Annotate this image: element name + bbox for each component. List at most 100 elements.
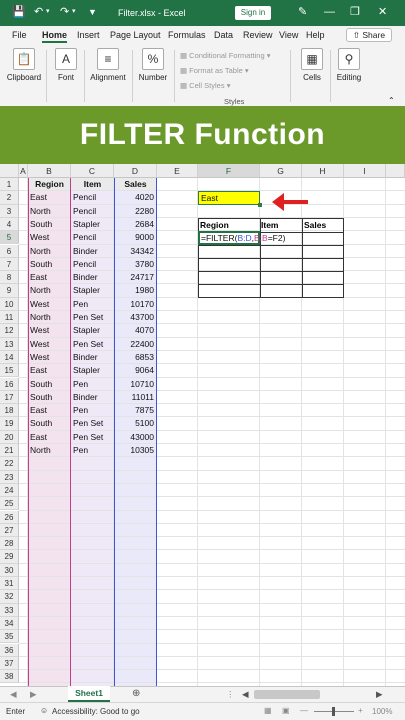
sales-cell[interactable]: 9064 <box>114 364 157 377</box>
region-cell[interactable]: West <box>28 231 71 244</box>
redo-icon[interactable]: ↷ <box>60 6 69 18</box>
next-sheet-icon[interactable]: ▶ <box>30 689 37 700</box>
zoom-in-icon[interactable]: + <box>358 706 363 715</box>
region-cell[interactable]: North <box>28 205 71 218</box>
item-cell[interactable]: Stapler <box>71 364 114 377</box>
customize-qat-icon[interactable]: ▼ <box>88 6 97 18</box>
row-header[interactable]: 16 <box>0 377 19 391</box>
region-cell[interactable]: South <box>28 391 71 404</box>
redo-dropdown-icon[interactable]: ▾ <box>72 6 76 18</box>
output-header-sales[interactable]: Sales <box>304 220 326 230</box>
undo-dropdown-icon[interactable]: ▾ <box>46 6 50 18</box>
item-cell[interactable]: Pencil <box>71 231 114 244</box>
sales-cell[interactable]: 2684 <box>114 218 157 231</box>
item-cell[interactable]: Pencil <box>71 258 114 271</box>
row-header[interactable]: 21 <box>0 444 19 458</box>
sales-cell[interactable]: 3780 <box>114 258 157 271</box>
row-header[interactable]: 12 <box>0 324 19 338</box>
row-header[interactable]: 11 <box>0 311 19 325</box>
tab-review[interactable]: Review <box>243 30 273 40</box>
column-header-e[interactable]: E <box>157 164 198 178</box>
item-cell[interactable]: Binder <box>71 391 114 404</box>
tab-home[interactable]: Home <box>42 30 68 43</box>
sales-cell[interactable]: 2280 <box>114 205 157 218</box>
region-cell[interactable]: South <box>28 218 71 231</box>
prev-sheet-icon[interactable]: ◀ <box>10 689 17 700</box>
column-header-i[interactable]: I <box>344 164 386 178</box>
normal-view-icon[interactable]: ▦ <box>264 706 272 715</box>
item-cell[interactable]: Pencil <box>71 191 114 204</box>
item-cell[interactable]: Stapler <box>71 218 114 231</box>
region-cell[interactable]: North <box>28 245 71 258</box>
share-button[interactable]: ⇧ Share <box>346 28 392 42</box>
alignment-group[interactable]: ≡ Alignment <box>88 48 128 82</box>
minimize-icon[interactable]: — <box>324 6 335 18</box>
region-cell[interactable]: North <box>28 444 71 457</box>
sales-cell[interactable]: 22400 <box>114 338 157 351</box>
zoom-level[interactable]: 100% <box>372 707 392 716</box>
sales-cell[interactable]: 4070 <box>114 324 157 337</box>
header-region[interactable]: Region <box>28 178 71 191</box>
accessibility-status[interactable]: Accessibility: Good to go <box>52 707 140 716</box>
region-cell[interactable]: West <box>28 338 71 351</box>
header-sales[interactable]: Sales <box>114 178 157 191</box>
item-cell[interactable]: Pen <box>71 298 114 311</box>
column-header-g[interactable]: G <box>260 164 302 178</box>
row-header[interactable]: 20 <box>0 430 19 444</box>
region-cell[interactable]: East <box>28 364 71 377</box>
editing-group[interactable]: ⚲ Editing <box>334 48 364 82</box>
column-header-b[interactable]: B <box>28 164 71 178</box>
region-cell[interactable]: East <box>28 191 71 204</box>
item-cell[interactable]: Binder <box>71 271 114 284</box>
sales-cell[interactable]: 43000 <box>114 431 157 444</box>
row-header[interactable]: 9 <box>0 284 19 298</box>
region-cell[interactable]: East <box>28 404 71 417</box>
row-header[interactable]: 2 <box>0 191 19 205</box>
cell-styles-button[interactable]: ▦ Cell Styles ▾ <box>180 78 271 93</box>
output-header-region[interactable]: Region <box>200 220 229 230</box>
item-cell[interactable]: Pen Set <box>71 417 114 430</box>
region-cell[interactable]: South <box>28 258 71 271</box>
row-header[interactable]: 27 <box>0 523 19 538</box>
row-header[interactable]: 8 <box>0 271 19 285</box>
row-header[interactable]: 28 <box>0 537 19 551</box>
region-cell[interactable]: East <box>28 431 71 444</box>
row-header[interactable]: 17 <box>0 390 19 405</box>
tab-file[interactable]: File <box>12 30 27 40</box>
item-cell[interactable]: Stapler <box>71 284 114 297</box>
row-header[interactable]: 22 <box>0 457 19 471</box>
restore-icon[interactable]: ❐ <box>350 6 360 18</box>
row-header[interactable]: 13 <box>0 337 19 351</box>
sheet-tab-sheet1[interactable]: Sheet1 <box>68 686 110 702</box>
region-cell[interactable]: West <box>28 324 71 337</box>
number-group[interactable]: % Number <box>136 48 170 82</box>
row-header[interactable]: 36 <box>0 643 19 657</box>
zoom-out-icon[interactable]: — <box>300 706 308 715</box>
select-all-corner[interactable] <box>0 164 19 178</box>
region-cell[interactable]: West <box>28 351 71 364</box>
tab-page-layout[interactable]: Page Layout <box>110 30 161 40</box>
tab-insert[interactable]: Insert <box>77 30 100 40</box>
column-header-a[interactable]: A <box>19 164 28 178</box>
item-cell[interactable]: Pen Set <box>71 311 114 324</box>
row-header[interactable]: 6 <box>0 244 19 258</box>
sales-cell[interactable]: 11011 <box>114 391 157 404</box>
sales-cell[interactable]: 43700 <box>114 311 157 324</box>
formula-cell-f5[interactable]: =FILTER(B:D,B:B=F2) <box>198 231 285 245</box>
scroll-right-icon[interactable]: ▶ <box>376 689 383 700</box>
row-header[interactable]: 18 <box>0 404 19 418</box>
region-cell[interactable]: West <box>28 298 71 311</box>
output-header-item[interactable]: Item <box>261 220 278 230</box>
tab-help[interactable]: Help <box>306 30 325 40</box>
row-header[interactable]: 14 <box>0 350 19 365</box>
row-header[interactable]: 24 <box>0 483 19 498</box>
row-header[interactable]: 34 <box>0 616 19 631</box>
row-header[interactable]: 33 <box>0 603 19 617</box>
region-cell[interactable]: South <box>28 378 71 391</box>
region-cell[interactable]: North <box>28 284 71 297</box>
row-header[interactable]: 23 <box>0 470 19 484</box>
accessibility-icon[interactable]: ☺ <box>40 706 48 715</box>
sales-cell[interactable]: 10710 <box>114 378 157 391</box>
tab-split-icon[interactable]: ⋮ <box>226 689 235 700</box>
tab-formulas[interactable]: Formulas <box>168 30 206 40</box>
